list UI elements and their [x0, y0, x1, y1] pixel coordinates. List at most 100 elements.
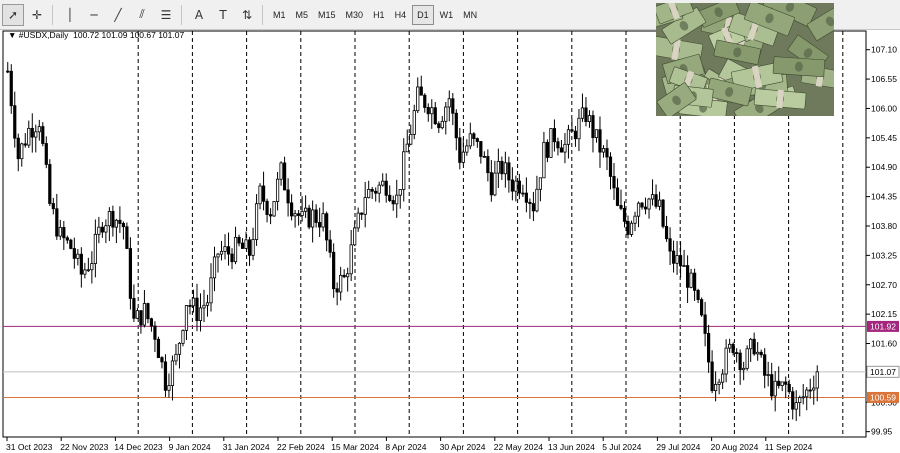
- candle-body: [125, 226, 129, 249]
- y-tick-label: 106.55: [871, 74, 897, 84]
- text-label-icon[interactable]: T: [212, 4, 234, 26]
- candle-body: [191, 297, 196, 307]
- candle-body: [500, 160, 504, 175]
- candle-body: [798, 397, 802, 404]
- candle-body: [325, 213, 329, 241]
- candle-body: [671, 250, 676, 264]
- timeframe-d1-button[interactable]: D1: [412, 4, 434, 25]
- timeframe-m1-button[interactable]: M1: [269, 5, 290, 25]
- x-tick-label: 15 Mar 2024: [331, 442, 379, 452]
- timeframe-h1-button[interactable]: H1: [369, 5, 389, 25]
- candle-body: [16, 137, 20, 160]
- candle-body: [591, 115, 595, 139]
- candle-body: [549, 128, 553, 158]
- trendline-icon[interactable]: ╱: [107, 4, 129, 26]
- candle-body: [279, 162, 283, 180]
- candle-body: [528, 201, 532, 204]
- candle-body: [290, 202, 294, 217]
- timeframe-mn-button[interactable]: MN: [459, 5, 481, 25]
- timeframe-m5-button[interactable]: M5: [292, 5, 313, 25]
- equidistant-channel-icon[interactable]: ⫽: [131, 4, 153, 26]
- candle-body: [692, 272, 697, 291]
- candle-body: [566, 129, 571, 145]
- candle-body: [657, 199, 662, 207]
- candle-body: [633, 215, 637, 224]
- candle-body: [510, 179, 514, 192]
- candle-body: [307, 207, 311, 228]
- timeframe-m30-button[interactable]: M30: [342, 5, 368, 25]
- x-tick-label: 22 Feb 2024: [277, 442, 325, 452]
- candle-body: [784, 381, 788, 385]
- candle-body: [167, 385, 171, 391]
- candle-body: [114, 219, 118, 228]
- x-tick-label: 11 Sep 2024: [765, 442, 813, 452]
- banknotes-picture: [656, 3, 834, 116]
- candle-body: [577, 117, 581, 140]
- candle-body: [714, 383, 718, 392]
- crosshair-icon[interactable]: ✛: [26, 4, 48, 26]
- toolbar-separator: [181, 4, 182, 25]
- candle-body: [710, 361, 714, 392]
- candle-body: [388, 194, 392, 201]
- arrows-icon[interactable]: ⇅: [236, 4, 258, 26]
- candle-body: [335, 288, 339, 293]
- candle-body: [282, 162, 287, 191]
- candle-body: [198, 307, 203, 321]
- candle-body: [472, 133, 476, 139]
- candle-body: [777, 380, 781, 386]
- candle-body: [619, 205, 623, 209]
- candle-body: [486, 156, 490, 174]
- candle-body: [62, 227, 66, 239]
- x-tick-label: 31 Oct 2023: [6, 442, 53, 452]
- candle-body: [261, 185, 266, 202]
- candle-body: [654, 194, 658, 207]
- timeframe-h4-button[interactable]: H4: [391, 5, 411, 25]
- candle-body: [13, 105, 17, 139]
- candle-body: [111, 210, 115, 228]
- candle-body: [268, 214, 273, 217]
- candle-body: [286, 189, 290, 204]
- timeframe-w1-button[interactable]: W1: [436, 5, 458, 25]
- candle-body: [780, 381, 784, 386]
- ohlc-values: 100.72 101.09 100.67 101.07: [73, 30, 185, 40]
- timeframe-m15-button[interactable]: M15: [314, 5, 340, 25]
- candle-body: [339, 274, 343, 293]
- collapse-arrow-icon[interactable]: ▼: [8, 30, 19, 40]
- candle-body: [349, 244, 353, 275]
- candle-body: [360, 212, 364, 215]
- text-icon[interactable]: A: [188, 4, 210, 26]
- candle-body: [328, 239, 332, 253]
- candle-body: [524, 192, 528, 203]
- candle-body: [69, 239, 73, 249]
- candle-body: [482, 155, 486, 158]
- candle-body: [763, 354, 767, 376]
- candle-body: [142, 303, 147, 326]
- candle-body: [86, 269, 90, 272]
- fibonacci-icon[interactable]: ☰: [155, 4, 177, 26]
- y-tick-label: 102.15: [871, 309, 897, 319]
- candle-body: [34, 131, 38, 138]
- symbol-name: #USDX,Daily: [18, 30, 69, 40]
- candle-body: [153, 325, 157, 340]
- candle-body: [742, 367, 746, 371]
- candle-body: [44, 143, 48, 165]
- vertical-line-icon[interactable]: │: [59, 4, 81, 26]
- candle-body: [717, 381, 721, 385]
- horizontal-line-icon[interactable]: ─: [83, 4, 105, 26]
- candle-body: [251, 239, 255, 256]
- candle-body: [580, 107, 585, 119]
- candle-body: [367, 189, 371, 199]
- cursor-icon[interactable]: ➚: [2, 3, 24, 26]
- candle-body: [626, 220, 630, 235]
- candle-body: [689, 272, 693, 288]
- candle-body: [184, 305, 189, 331]
- candle-body: [83, 269, 87, 275]
- candle-body: [244, 239, 248, 249]
- timeframe-buttons: M1 M5 M15 M30 H1 H4 D1 W1 MN: [267, 4, 481, 25]
- candle-body: [174, 353, 178, 362]
- x-tick-label: 30 Apr 2024: [440, 442, 486, 452]
- candle-body: [615, 187, 620, 206]
- candle-body: [808, 389, 812, 392]
- candle-body: [23, 143, 27, 146]
- candle-body: [643, 206, 648, 210]
